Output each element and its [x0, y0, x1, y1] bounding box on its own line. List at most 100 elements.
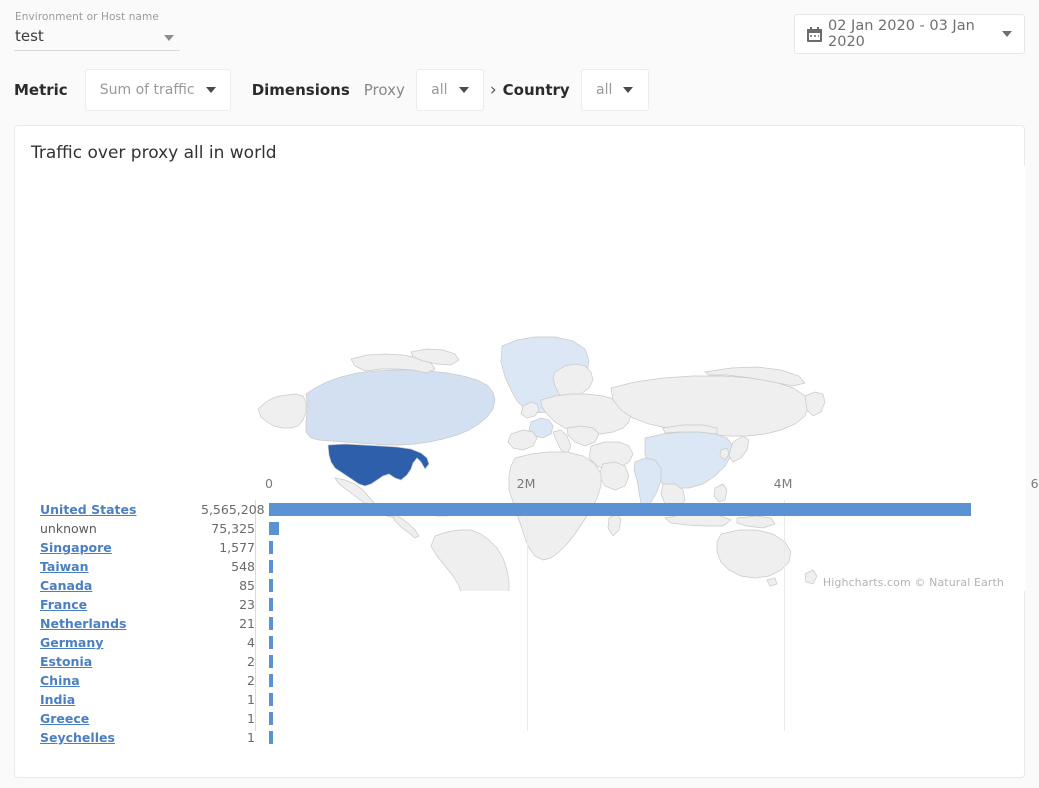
- chevron-down-icon: [623, 87, 633, 93]
- country-link[interactable]: Greece: [40, 711, 89, 726]
- chevron-down-icon: [459, 87, 469, 93]
- x-axis-tick: 6M: [1031, 476, 1039, 491]
- chart-title: Traffic over proxy all in world: [31, 143, 277, 163]
- bar-chart-row[interactable]: unknown75,325: [15, 519, 1026, 538]
- chart-card: Traffic over proxy all in world Highchar…: [14, 125, 1025, 778]
- country-value-cell: 1,577: [201, 540, 255, 555]
- country-name-cell: unknown: [15, 521, 201, 536]
- chevron-down-icon: [206, 87, 216, 93]
- bar-cell: [269, 614, 1026, 633]
- country-name-cell: Singapore: [15, 540, 201, 555]
- country-value-cell: 5,565,208: [201, 502, 255, 517]
- bar-chart-row[interactable]: Taiwan 548: [15, 557, 1026, 576]
- country-link[interactable]: Netherlands: [40, 616, 126, 631]
- calendar-icon: [807, 27, 822, 42]
- country-link[interactable]: China: [40, 673, 80, 688]
- country-link[interactable]: Singapore: [40, 540, 112, 555]
- country-value-cell: 23: [201, 597, 255, 612]
- environment-select-label: Environment or Host name: [14, 10, 180, 24]
- metric-select-value: Sum of traffic: [100, 82, 195, 98]
- bar-chart: 02M4M6M United States5,565,208unknown75,…: [15, 476, 1026, 766]
- country-link[interactable]: France: [40, 597, 87, 612]
- bar-cell: [269, 652, 1026, 671]
- country-link[interactable]: Estonia: [40, 654, 92, 669]
- country-name-cell: Estonia: [15, 654, 201, 669]
- bar[interactable]: [269, 617, 273, 630]
- country-name-cell: Canada: [15, 578, 201, 593]
- bar[interactable]: [269, 579, 273, 592]
- bar-chart-row[interactable]: Canada 85: [15, 576, 1026, 595]
- country-link[interactable]: India: [40, 692, 75, 707]
- country-name-cell: United States: [15, 502, 201, 517]
- chevron-right-icon: ›: [490, 82, 497, 99]
- bar-cell: [269, 728, 1026, 747]
- country-name-cell: Seychelles: [15, 730, 201, 745]
- bar-chart-rows: United States5,565,208unknown75,325Singa…: [15, 500, 1026, 747]
- country-link[interactable]: Canada: [40, 578, 92, 593]
- bar[interactable]: [269, 598, 273, 611]
- x-axis-tick: 4M: [774, 476, 793, 491]
- top-bar: Environment or Host name test 02 Jan 202…: [0, 0, 1039, 66]
- bar[interactable]: [269, 712, 273, 725]
- bar-cell: [269, 633, 1026, 652]
- bar-chart-row[interactable]: Netherlands21: [15, 614, 1026, 633]
- date-range-picker[interactable]: 02 Jan 2020 - 03 Jan 2020: [794, 14, 1025, 54]
- environment-select-field[interactable]: test: [14, 24, 180, 51]
- bar[interactable]: [269, 655, 273, 668]
- x-axis-tick: 2M: [517, 476, 536, 491]
- country-value-cell: 1: [201, 711, 255, 726]
- chevron-down-icon: [1002, 31, 1012, 37]
- country-link[interactable]: United States: [40, 502, 136, 517]
- country-value-cell: 1: [201, 730, 255, 745]
- country-value-cell: 548: [201, 559, 255, 574]
- bar[interactable]: [269, 636, 273, 649]
- bar[interactable]: [269, 693, 273, 706]
- bar-cell: [269, 709, 1026, 728]
- country-name-cell: Greece: [15, 711, 201, 726]
- bar-chart-row[interactable]: France 23: [15, 595, 1026, 614]
- bar-chart-row[interactable]: United States 5,565,208: [15, 500, 1026, 519]
- bar[interactable]: [269, 560, 273, 573]
- bar[interactable]: [269, 731, 273, 744]
- bar[interactable]: [269, 674, 273, 687]
- country-name-cell: Netherlands: [15, 616, 201, 631]
- environment-select-value: test: [14, 24, 180, 48]
- country-name-cell: Germany: [15, 635, 201, 650]
- bar-chart-row[interactable]: Estonia 2: [15, 652, 1026, 671]
- proxy-select-value: all: [431, 82, 447, 98]
- bar[interactable]: [269, 503, 971, 516]
- bar-chart-row[interactable]: China 2: [15, 671, 1026, 690]
- country-value-cell: 85: [201, 578, 255, 593]
- country-name-cell: Taiwan: [15, 559, 201, 574]
- bar-cell: [269, 500, 1026, 519]
- country-name-cell: France: [15, 597, 201, 612]
- controls-bar: Metric Sum of traffic Dimensions Proxy a…: [0, 66, 1039, 114]
- country-select-value: all: [596, 82, 612, 98]
- date-range-text: 02 Jan 2020 - 03 Jan 2020: [828, 18, 1002, 50]
- country-value-cell: 2: [201, 673, 255, 688]
- bar[interactable]: [269, 541, 273, 554]
- bar-cell: [269, 671, 1026, 690]
- country-label: Country: [503, 81, 570, 99]
- bar-chart-row[interactable]: Singapore 1,577: [15, 538, 1026, 557]
- bar-chart-row[interactable]: Greece 1: [15, 709, 1026, 728]
- bar-cell: [269, 557, 1026, 576]
- country-value-cell: 2: [201, 654, 255, 669]
- country-select[interactable]: all: [581, 69, 649, 111]
- bar-cell: [269, 538, 1026, 557]
- bar-chart-row[interactable]: Germany4: [15, 633, 1026, 652]
- x-axis-ticks: 02M4M6M: [15, 476, 1026, 498]
- proxy-select[interactable]: all: [416, 69, 484, 111]
- metric-select[interactable]: Sum of traffic: [85, 69, 231, 111]
- bar[interactable]: [269, 522, 279, 535]
- country-link[interactable]: Germany: [40, 635, 103, 650]
- country-link[interactable]: Seychelles: [40, 730, 115, 745]
- bar-cell: [269, 519, 1026, 538]
- bar-cell: [269, 690, 1026, 709]
- bar-chart-row[interactable]: Seychelles 1: [15, 728, 1026, 747]
- country-link[interactable]: Taiwan: [40, 559, 89, 574]
- bar-chart-row[interactable]: India 1: [15, 690, 1026, 709]
- environment-select[interactable]: Environment or Host name test: [14, 10, 180, 51]
- country-value-cell: 1: [201, 692, 255, 707]
- bar-cell: [269, 576, 1026, 595]
